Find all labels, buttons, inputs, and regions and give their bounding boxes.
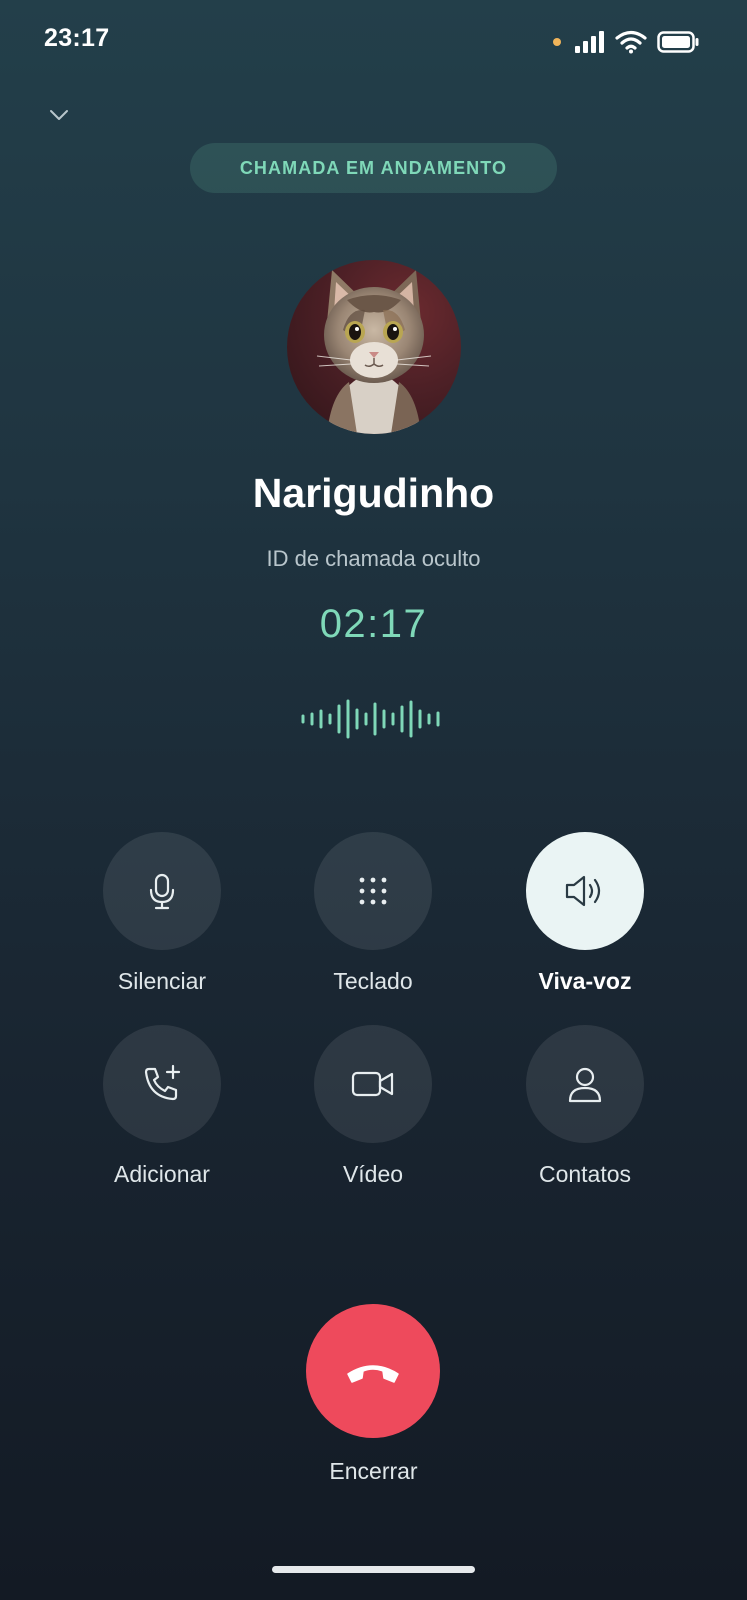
- microphone-icon: [149, 873, 175, 910]
- contacts-control[interactable]: Contatos: [505, 1025, 665, 1188]
- contact-name: Narigudinho: [252, 470, 495, 516]
- add-call-control[interactable]: Adicionar: [82, 1025, 242, 1188]
- chevron-down-icon[interactable]: [44, 100, 74, 130]
- hang-up-icon: [347, 1365, 399, 1383]
- privacy-dot: [553, 38, 561, 46]
- video-icon: [351, 1071, 394, 1097]
- speaker-control[interactable]: Viva-voz: [505, 832, 665, 995]
- keypad-button[interactable]: [314, 832, 432, 950]
- battery-icon: [657, 31, 699, 53]
- call-status-pill: CHAMADA EM ANDAMENTO: [190, 143, 557, 193]
- keypad-label: Teclado: [333, 968, 413, 994]
- status-time: 23:17: [44, 24, 110, 52]
- add-call-label: Adicionar: [114, 1161, 210, 1187]
- status-icons: [553, 30, 699, 54]
- home-indicator[interactable]: [272, 1566, 475, 1573]
- call-timer: 02:17: [319, 602, 428, 646]
- keypad-control[interactable]: Teclado: [293, 832, 453, 995]
- speaker-label: Viva-voz: [538, 968, 632, 994]
- mute-label: Silenciar: [117, 968, 207, 994]
- contacts-button[interactable]: [526, 1025, 644, 1143]
- signal-icon: [575, 31, 604, 53]
- keypad-icon: [359, 877, 387, 905]
- speaker-icon: [565, 875, 601, 907]
- add-call-button[interactable]: [103, 1025, 221, 1143]
- contacts-label: Contatos: [538, 1161, 632, 1187]
- mute-button[interactable]: [103, 832, 221, 950]
- video-label: Vídeo: [342, 1161, 404, 1187]
- end-call-button[interactable]: [306, 1304, 440, 1438]
- video-control[interactable]: Vídeo: [293, 1025, 453, 1188]
- call-screen: 23:17 CHAMADA EM ANDAMENTO Narigudinho I…: [0, 0, 747, 1600]
- cat-photo: [316, 270, 432, 434]
- caller-id: ID de chamada oculto: [266, 546, 481, 571]
- avatar: [287, 260, 461, 434]
- contact-icon: [568, 1067, 602, 1103]
- end-call-label: Encerrar: [329, 1458, 418, 1484]
- mute-control[interactable]: Silenciar: [82, 832, 242, 995]
- wifi-icon: [615, 30, 647, 54]
- video-button[interactable]: [314, 1025, 432, 1143]
- speaker-button[interactable]: [526, 832, 644, 950]
- add-call-icon: [144, 1064, 181, 1101]
- audio-waveform-icon: [301, 699, 440, 739]
